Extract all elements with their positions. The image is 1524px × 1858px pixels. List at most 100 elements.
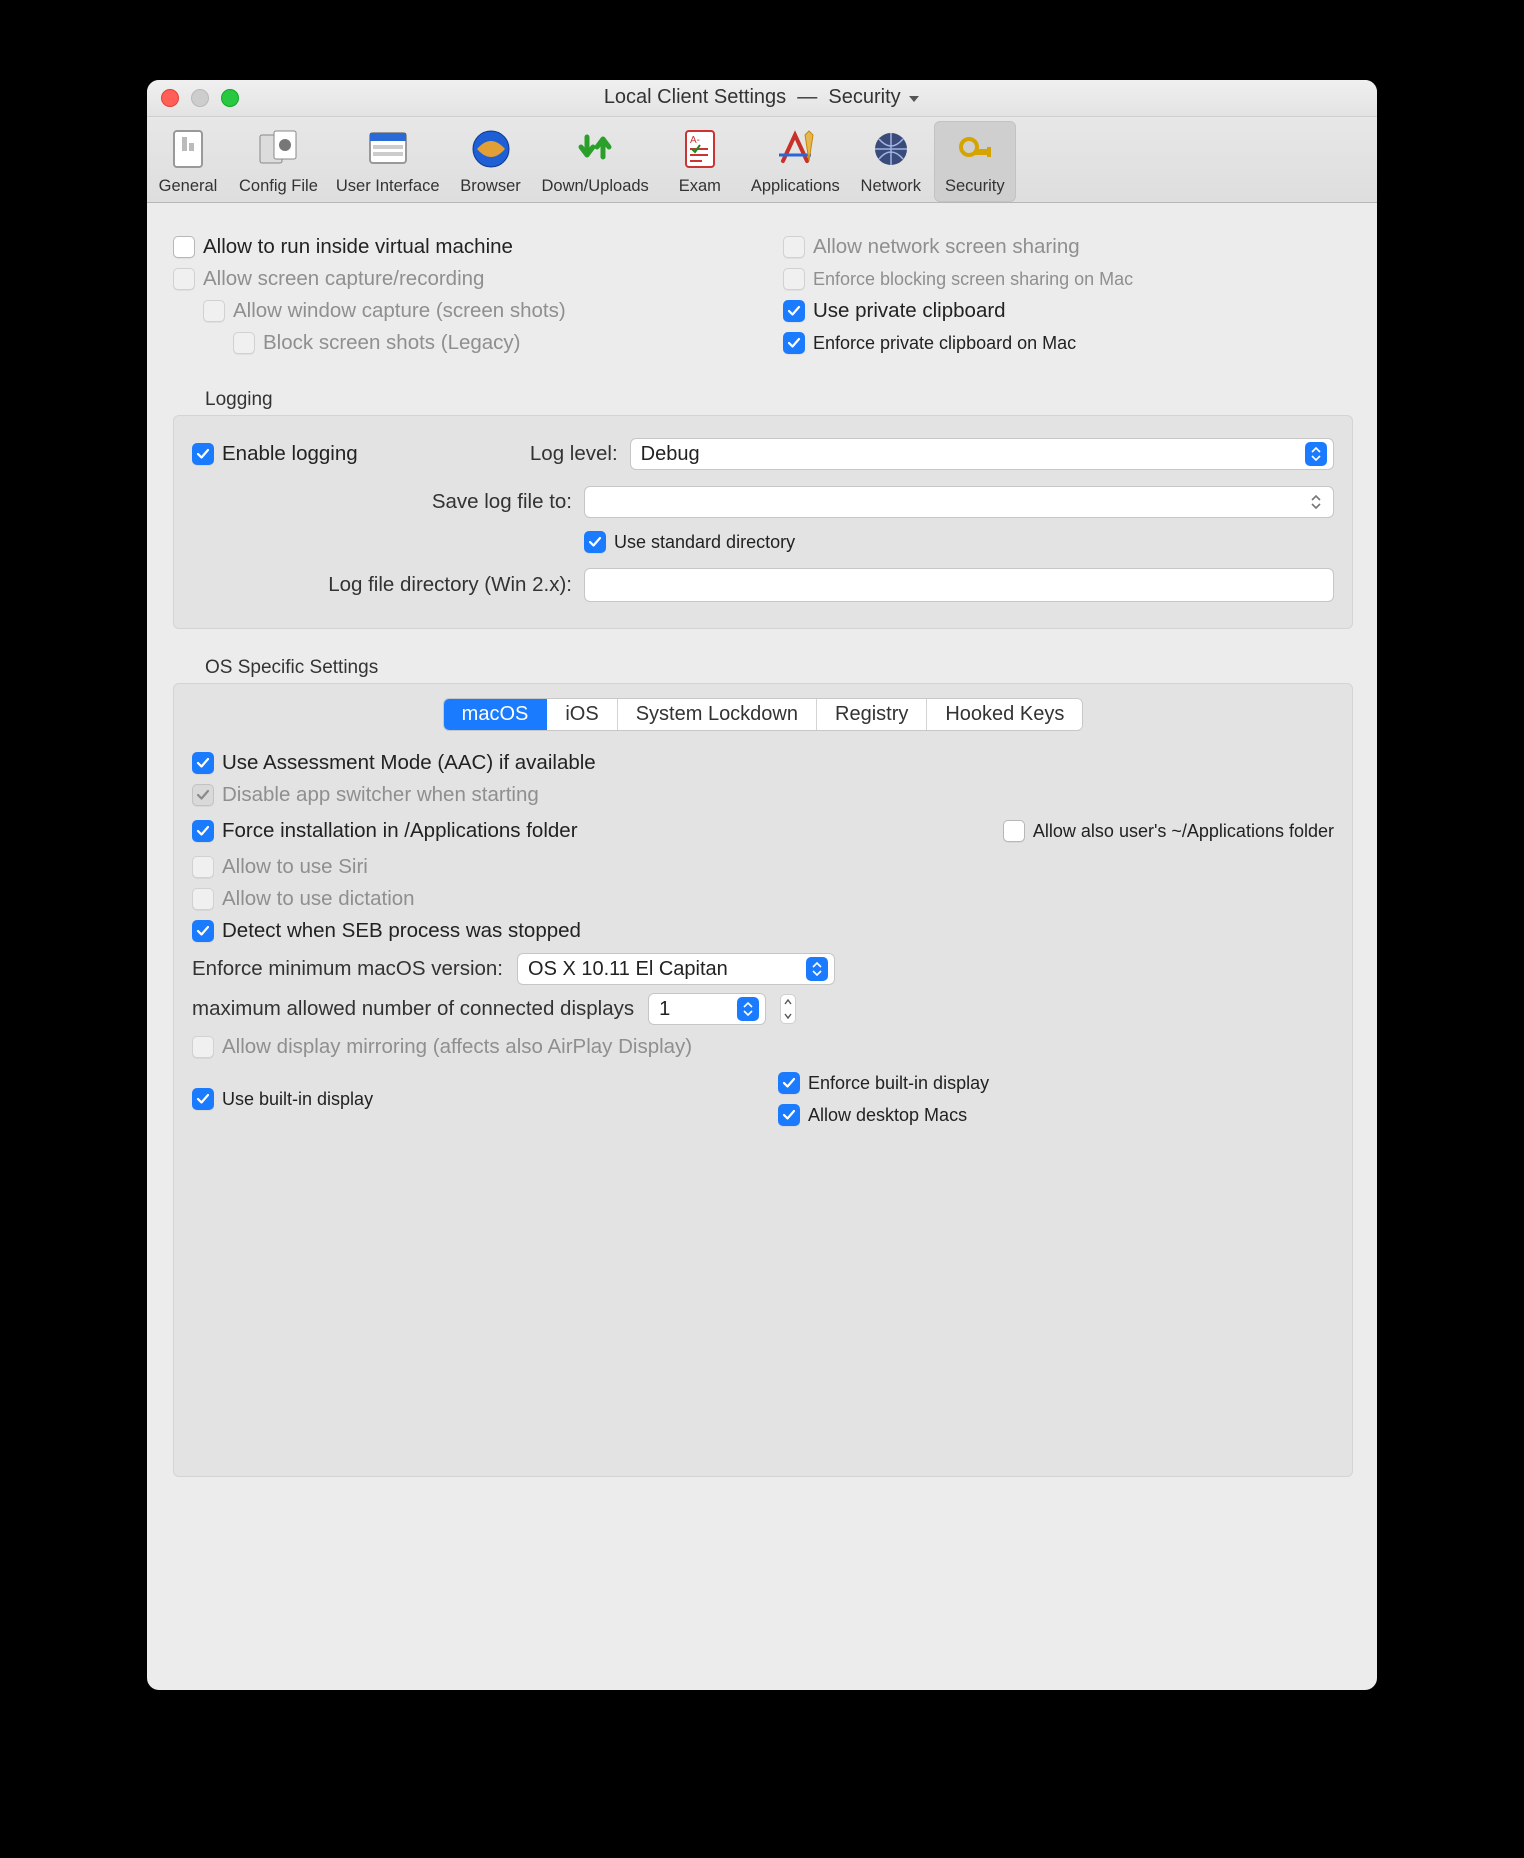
toolbar-applications-label: Applications — [751, 177, 840, 196]
option-block-screenshots: Block screen shots (Legacy) — [173, 329, 743, 357]
toolbar: General Config File User Interface Brows… — [147, 117, 1377, 203]
select-arrows-icon — [737, 997, 759, 1021]
settings-window: Local Client Settings — Security General… — [147, 80, 1377, 1690]
toolbar-browser-label: Browser — [460, 177, 521, 196]
option-label: Allow to use Siri — [222, 855, 368, 879]
checkbox-icon — [192, 443, 214, 465]
option-use-aac[interactable]: Use Assessment Mode (AAC) if available — [192, 749, 1334, 777]
general-icon — [164, 125, 212, 173]
toolbar-user-interface[interactable]: User Interface — [328, 121, 448, 202]
title-dropdown-icon[interactable] — [908, 87, 920, 110]
option-label: Disable app switcher when starting — [222, 783, 539, 807]
option-allow-siri: Allow to use Siri — [192, 853, 1334, 881]
option-detect-stopped[interactable]: Detect when SEB process was stopped — [192, 917, 1334, 945]
option-force-install[interactable]: Force installation in /Applications fold… — [192, 817, 973, 845]
option-label: Use standard directory — [614, 532, 795, 553]
svg-text:A-: A- — [690, 135, 700, 146]
tab-macos[interactable]: macOS — [444, 699, 548, 730]
tab-registry[interactable]: Registry — [817, 699, 927, 730]
loglevel-label: Log level: — [438, 442, 618, 466]
checkbox-icon — [192, 856, 214, 878]
option-label: Use private clipboard — [813, 299, 1006, 323]
toolbar-down-uploads[interactable]: Down/Uploads — [534, 121, 657, 202]
checkbox-icon — [1003, 820, 1025, 842]
option-enforce-block-mac: Enforce blocking screen sharing on Mac — [783, 265, 1353, 293]
enforce-min-label: Enforce minimum macOS version: — [192, 957, 503, 981]
option-use-builtin[interactable]: Use built-in display — [192, 1085, 748, 1113]
checkbox-icon — [783, 332, 805, 354]
toolbar-browser[interactable]: Browser — [450, 121, 532, 202]
option-label: Allow to run inside virtual machine — [203, 235, 513, 259]
option-private-clip[interactable]: Use private clipboard — [783, 297, 1353, 325]
option-label: Enforce built-in display — [808, 1073, 989, 1094]
option-label: Force installation in /Applications fold… — [222, 819, 578, 843]
checkbox-icon — [203, 300, 225, 322]
config-file-icon — [254, 125, 302, 173]
checkbox-icon — [778, 1104, 800, 1126]
option-label: Allow display mirroring (affects also Ai… — [222, 1035, 692, 1059]
close-window-button[interactable] — [161, 89, 179, 107]
option-label: Use built-in display — [222, 1089, 373, 1110]
checkbox-icon — [783, 236, 805, 258]
checkbox-icon — [584, 531, 606, 553]
option-enforce-clip-mac[interactable]: Enforce private clipboard on Mac — [783, 329, 1353, 357]
select-arrows-icon — [806, 957, 828, 981]
toolbar-security[interactable]: Security — [934, 121, 1016, 202]
logging-title: Logging — [205, 389, 1353, 411]
option-allow-user-apps[interactable]: Allow also user's ~/Applications folder — [1003, 817, 1334, 845]
enforce-min-value: OS X 10.11 El Capitan — [528, 958, 728, 981]
max-displays-label: maximum allowed number of connected disp… — [192, 997, 634, 1021]
checkbox-icon — [173, 268, 195, 290]
option-label: Block screen shots (Legacy) — [263, 331, 521, 355]
toolbar-network-label: Network — [861, 177, 922, 196]
option-allow-desktop-macs[interactable]: Allow desktop Macs — [778, 1101, 1334, 1129]
checkbox-icon — [783, 300, 805, 322]
tab-system-lockdown[interactable]: System Lockdown — [618, 699, 817, 730]
max-displays-select[interactable]: 1 — [648, 993, 766, 1025]
logdir-input[interactable] — [584, 568, 1334, 602]
tab-hooked-keys[interactable]: Hooked Keys — [927, 699, 1082, 730]
content: Allow to run inside virtual machine Allo… — [147, 203, 1377, 1690]
os-tabs: macOS iOS System Lockdown Registry Hooke… — [443, 698, 1084, 731]
option-enforce-builtin[interactable]: Enforce built-in display — [778, 1069, 1334, 1097]
top-left: Allow to run inside virtual machine Allo… — [173, 229, 743, 361]
toolbar-config-file[interactable]: Config File — [231, 121, 326, 202]
checkbox-icon — [192, 888, 214, 910]
toolbar-exam-label: Exam — [679, 177, 721, 196]
browser-icon — [467, 125, 515, 173]
option-allow-mirror: Allow display mirroring (affects also Ai… — [192, 1033, 1334, 1061]
zoom-window-button[interactable] — [221, 89, 239, 107]
toolbar-config-file-label: Config File — [239, 177, 318, 196]
savefile-select[interactable] — [584, 486, 1334, 518]
option-allow-vm[interactable]: Allow to run inside virtual machine — [173, 233, 743, 261]
checkbox-icon — [192, 820, 214, 842]
toolbar-general[interactable]: General — [147, 121, 229, 202]
checkbox-icon — [192, 752, 214, 774]
logging-section: Enable logging Log level: Debug Save log… — [173, 415, 1353, 629]
toolbar-down-uploads-label: Down/Uploads — [542, 177, 649, 196]
max-displays-stepper[interactable] — [780, 994, 796, 1024]
select-arrows-icon — [1305, 490, 1327, 514]
loglevel-select[interactable]: Debug — [630, 438, 1334, 470]
toolbar-exam[interactable]: A- Exam — [659, 121, 741, 202]
os-section: macOS iOS System Lockdown Registry Hooke… — [173, 683, 1353, 1477]
tab-ios[interactable]: iOS — [547, 699, 617, 730]
checkbox-icon — [783, 268, 805, 290]
option-enable-logging[interactable]: Enable logging — [192, 440, 358, 468]
option-use-std-dir[interactable]: Use standard directory — [584, 528, 795, 556]
logdir-label: Log file directory (Win 2.x): — [192, 573, 572, 597]
minimize-window-button — [191, 89, 209, 107]
toolbar-applications[interactable]: Applications — [743, 121, 848, 202]
option-allow-window-capture: Allow window capture (screen shots) — [173, 297, 743, 325]
option-label: Allow desktop Macs — [808, 1105, 967, 1126]
toolbar-security-label: Security — [945, 177, 1005, 196]
user-interface-icon — [364, 125, 412, 173]
enforce-min-select[interactable]: OS X 10.11 El Capitan — [517, 953, 835, 985]
max-displays-value: 1 — [659, 998, 670, 1021]
option-label: Allow also user's ~/Applications folder — [1033, 821, 1334, 842]
option-label: Allow screen capture/recording — [203, 267, 484, 291]
select-arrows-icon — [1305, 442, 1327, 466]
option-label: Allow window capture (screen shots) — [233, 299, 566, 323]
option-label: Use Assessment Mode (AAC) if available — [222, 751, 596, 775]
toolbar-network[interactable]: Network — [850, 121, 932, 202]
